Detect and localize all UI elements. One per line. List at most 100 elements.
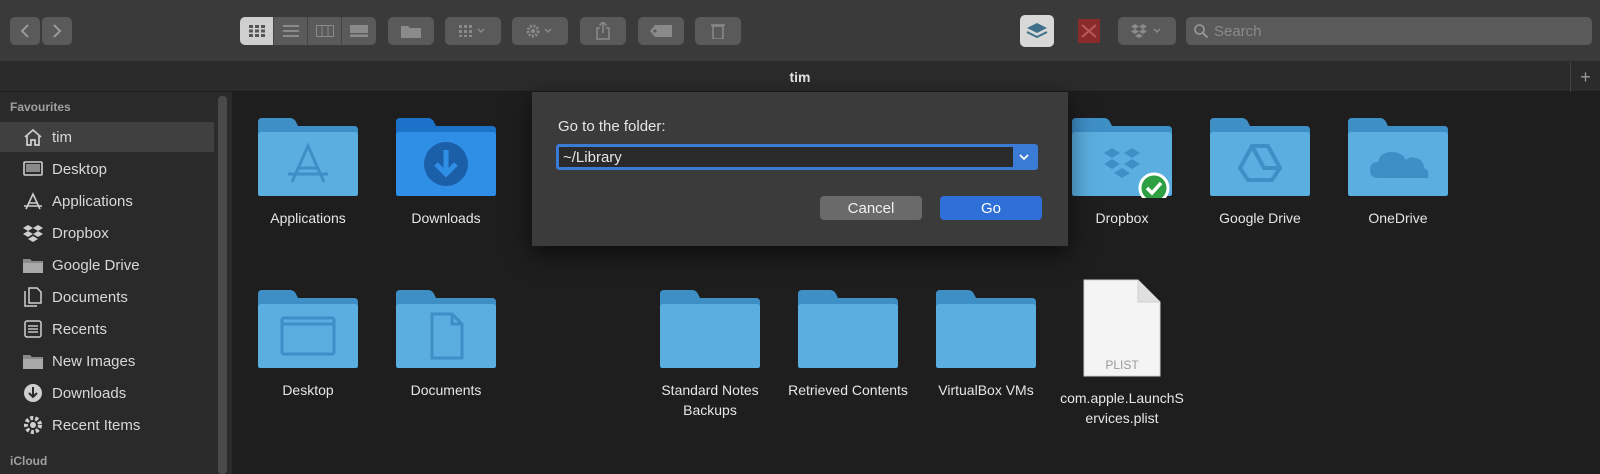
search-placeholder: Search bbox=[1214, 22, 1262, 40]
file-item-plist[interactable]: PLIST com.apple.LaunchServices.plist bbox=[1052, 278, 1192, 428]
sidebar-item-dropbox[interactable]: Dropbox bbox=[0, 218, 214, 248]
dropbox-icon bbox=[1131, 24, 1161, 38]
file-item-label: Applications bbox=[270, 210, 346, 226]
group-button[interactable] bbox=[445, 17, 501, 45]
file-item-applications[interactable]: Applications bbox=[238, 116, 378, 228]
sidebar-item-downloads[interactable]: Downloads bbox=[0, 378, 214, 408]
home-icon bbox=[22, 126, 44, 148]
sidebar-item-label: Downloads bbox=[52, 384, 127, 402]
forward-button[interactable] bbox=[42, 17, 72, 45]
folder-icon bbox=[22, 254, 44, 276]
share-icon bbox=[596, 22, 610, 40]
file-type-badge: PLIST bbox=[1105, 358, 1139, 372]
new-folder-button[interactable] bbox=[388, 17, 434, 45]
mail-app-button[interactable] bbox=[1074, 17, 1104, 45]
action-button[interactable] bbox=[512, 17, 568, 45]
file-item-label: Documents bbox=[410, 382, 482, 398]
go-button[interactable]: Go bbox=[940, 196, 1042, 220]
new-tab-button[interactable]: + bbox=[1570, 62, 1600, 92]
plist-file-icon: PLIST bbox=[1082, 278, 1162, 378]
folder-icon bbox=[401, 26, 421, 38]
go-to-folder-dialog: Go to the folder: Cancel Go bbox=[532, 92, 1068, 246]
stack-app-button[interactable] bbox=[1020, 15, 1054, 47]
file-item-label: VirtualBox VMs bbox=[938, 382, 1034, 398]
delete-button[interactable] bbox=[695, 17, 741, 45]
folder-path-combobox bbox=[556, 144, 1038, 170]
sidebar-item-google-drive[interactable]: Google Drive bbox=[0, 250, 214, 280]
file-item-documents[interactable]: Documents bbox=[376, 288, 516, 400]
downloads-icon bbox=[22, 382, 44, 404]
tag-icon bbox=[650, 25, 672, 37]
file-item-label: Dropbox bbox=[1095, 210, 1149, 226]
file-item-label: com.apple.LaunchServices.plist bbox=[1060, 390, 1184, 426]
sidebar-item-label: Documents bbox=[52, 288, 128, 306]
sidebar-item-label: Applications bbox=[52, 192, 133, 210]
file-item-virtualbox-vms[interactable]: VirtualBox VMs bbox=[916, 288, 1056, 400]
documents-folder-icon bbox=[396, 290, 496, 368]
documents-icon bbox=[22, 286, 44, 308]
desktop-icon bbox=[22, 158, 44, 180]
sidebar-scrollbar[interactable] bbox=[218, 96, 227, 474]
file-item-downloads[interactable]: Downloads bbox=[376, 116, 516, 228]
file-item-desktop[interactable]: Desktop bbox=[238, 288, 378, 400]
search-field[interactable]: Search bbox=[1186, 17, 1592, 45]
column-view-button[interactable] bbox=[308, 17, 342, 45]
path-history-dropdown-button[interactable] bbox=[1013, 147, 1035, 167]
layers-icon bbox=[1026, 23, 1048, 39]
sidebar-item-tim[interactable]: tim bbox=[0, 122, 214, 152]
file-item-dropbox[interactable]: Dropbox bbox=[1052, 116, 1192, 228]
file-item-retrieved-contents[interactable]: Retrieved Contents bbox=[778, 288, 918, 400]
file-item-label: Retrieved Contents bbox=[788, 382, 908, 398]
window-title: tim bbox=[789, 68, 811, 85]
toolbar: Search bbox=[0, 0, 1600, 62]
desktop-folder-icon bbox=[258, 290, 358, 368]
file-item-standard-notes-backups[interactable]: Standard Notes Backups bbox=[640, 288, 780, 420]
sidebar-heading-favourites: Favourites bbox=[10, 100, 71, 114]
chevron-left-icon bbox=[20, 24, 29, 38]
path-bar: tim + bbox=[0, 62, 1600, 92]
file-item-label: Desktop bbox=[282, 382, 334, 398]
sidebar-item-label: Desktop bbox=[52, 160, 108, 178]
gear-icon bbox=[526, 24, 552, 38]
dropbox-menu-button[interactable] bbox=[1118, 17, 1176, 45]
sidebar-item-label: Recents bbox=[52, 320, 108, 338]
view-switcher bbox=[240, 17, 376, 45]
sidebar-heading-icloud: iCloud bbox=[10, 454, 48, 468]
sidebar-item-documents[interactable]: Documents bbox=[0, 282, 214, 312]
dropbox-folder-icon bbox=[1072, 118, 1172, 198]
dialog-prompt: Go to the folder: bbox=[558, 118, 666, 135]
file-item-label: OneDrive bbox=[1368, 210, 1428, 226]
list-view-button[interactable] bbox=[274, 17, 308, 45]
sidebar-item-recents[interactable]: Recents bbox=[0, 314, 214, 344]
share-button[interactable] bbox=[580, 17, 626, 45]
list-icon bbox=[282, 25, 299, 37]
downloads-folder-icon bbox=[396, 118, 496, 196]
file-item-google-drive[interactable]: Google Drive bbox=[1190, 116, 1330, 228]
gallery-view-button[interactable] bbox=[342, 17, 376, 45]
plus-icon: + bbox=[1580, 66, 1591, 87]
sidebar-item-desktop[interactable]: Desktop bbox=[0, 154, 214, 184]
recents-icon bbox=[22, 318, 44, 340]
cancel-button[interactable]: Cancel bbox=[820, 196, 922, 220]
chevron-down-icon bbox=[1019, 153, 1029, 160]
tags-button[interactable] bbox=[638, 17, 684, 45]
folder-icon bbox=[660, 290, 760, 368]
back-button[interactable] bbox=[10, 17, 40, 45]
gallery-icon bbox=[350, 25, 368, 37]
file-item-onedrive[interactable]: OneDrive bbox=[1328, 116, 1468, 228]
folder-icon bbox=[22, 350, 44, 372]
sidebar-item-applications[interactable]: Applications bbox=[0, 186, 214, 216]
sidebar: Favourites tim Desktop Applications Drop… bbox=[0, 92, 232, 474]
columns-icon bbox=[315, 25, 334, 37]
search-icon bbox=[1194, 24, 1208, 38]
chevron-right-icon bbox=[53, 24, 62, 38]
applications-folder-icon bbox=[258, 118, 358, 196]
sidebar-item-new-images[interactable]: New Images bbox=[0, 346, 214, 376]
folder-path-input[interactable] bbox=[559, 147, 1013, 167]
group-grid-icon bbox=[459, 25, 485, 37]
trash-icon bbox=[711, 24, 725, 39]
dropbox-icon bbox=[22, 222, 44, 244]
sidebar-item-recent-items[interactable]: Recent Items bbox=[0, 410, 214, 440]
file-item-label: Standard Notes Backups bbox=[661, 382, 759, 418]
icon-view-button[interactable] bbox=[240, 17, 274, 45]
